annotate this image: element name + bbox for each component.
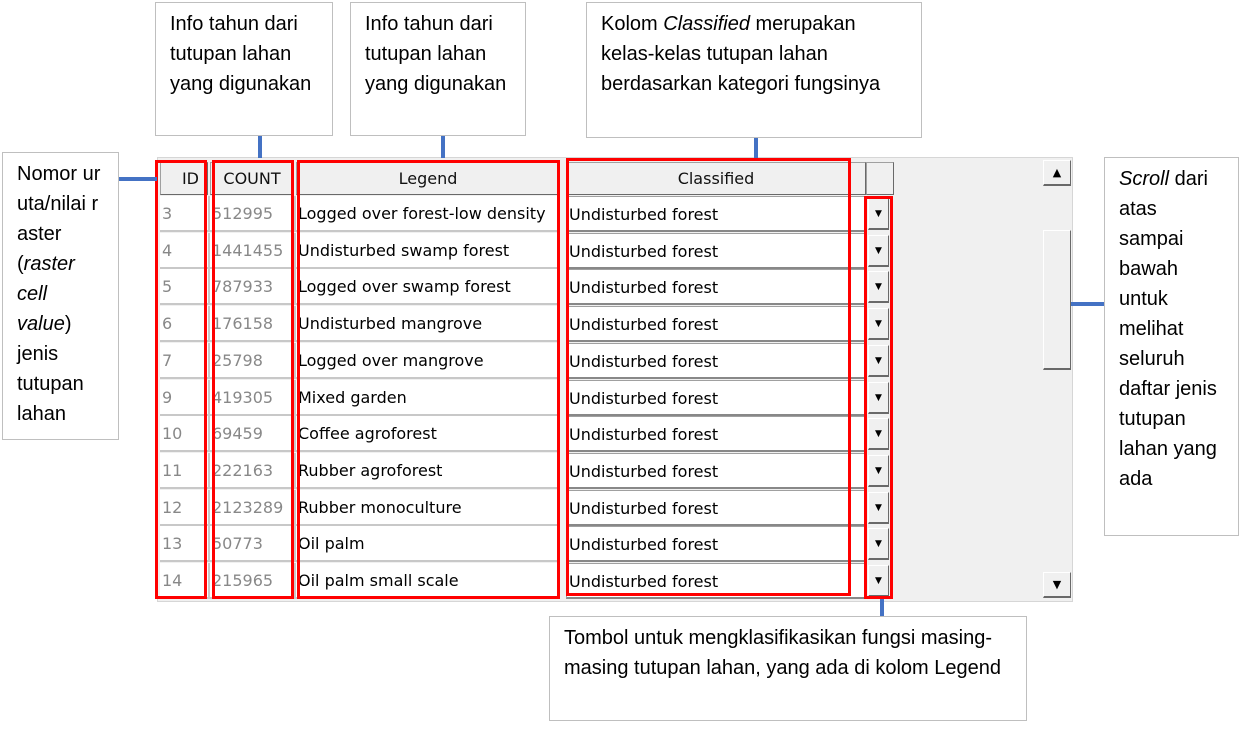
note-scroll: Scroll dari atas sampai bawah untuk meli… bbox=[1104, 157, 1239, 536]
note-year-info-2: Info tahun dari tutupan lahan yang digun… bbox=[350, 2, 526, 136]
highlight-id-column bbox=[155, 160, 207, 599]
connector bbox=[258, 136, 262, 158]
header-blank bbox=[866, 162, 894, 195]
text: Kolom bbox=[601, 13, 664, 35]
text: dari atas sampai bawah untuk melihat sel… bbox=[1119, 168, 1217, 490]
highlight-classified-column bbox=[566, 158, 851, 596]
vertical-scrollbar[interactable]: ▲ ▼ bbox=[1043, 160, 1071, 598]
scroll-thumb[interactable] bbox=[1043, 230, 1071, 370]
note-classified: Kolom Classified merupakan kelas-kelas t… bbox=[586, 2, 922, 138]
note-dropdown-button: Tombol untuk mengklasifikasikan fungsi m… bbox=[549, 616, 1027, 721]
text: Scroll bbox=[1119, 168, 1170, 190]
note-id: Nomor uruta/nilai raster (raster cell va… bbox=[2, 152, 119, 440]
connector bbox=[119, 177, 157, 181]
note-year-info-1: Info tahun dari tutupan lahan yang digun… bbox=[155, 2, 333, 136]
connector bbox=[1071, 302, 1104, 306]
scroll-down-button[interactable]: ▼ bbox=[1043, 572, 1071, 598]
highlight-dropdown-buttons bbox=[864, 196, 893, 599]
scroll-up-button[interactable]: ▲ bbox=[1043, 160, 1071, 186]
connector bbox=[754, 138, 758, 158]
connector bbox=[441, 136, 445, 158]
connector bbox=[880, 599, 884, 616]
highlight-legend-column bbox=[297, 160, 560, 599]
highlight-count-column bbox=[212, 160, 294, 599]
text: Classified bbox=[663, 13, 750, 35]
